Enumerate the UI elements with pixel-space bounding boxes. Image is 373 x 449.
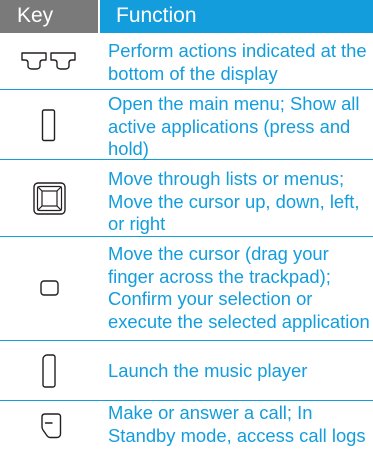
dial-key-icon [0, 401, 98, 449]
function-text: Open the main menu; Show all active appl… [108, 93, 360, 160]
table-row: Launch the music player [0, 341, 373, 401]
key-column-header: Key [0, 0, 98, 33]
function-text: Move the cursor (drag your finger across… [108, 243, 370, 332]
softkeys-icon [0, 34, 98, 89]
function-header-label: Function [116, 4, 197, 27]
function-column-header: Function [100, 0, 373, 33]
function-text: Launch the music player [108, 360, 308, 381]
function-text: Make or answer a call; In Standby mode, … [108, 402, 366, 446]
function-text: Perform actions indicated at the bottom … [108, 40, 367, 84]
table-row: Move the cursor (drag your finger across… [0, 237, 373, 341]
table-row: Perform actions indicated at the bottom … [0, 34, 373, 90]
music-key-icon [0, 341, 98, 400]
table-row: Make or answer a call; In Standby mode, … [0, 401, 373, 449]
navigation-key-icon [0, 160, 98, 236]
trackpad-icon [0, 237, 98, 340]
menu-key-icon [0, 90, 98, 159]
key-header-label: Key [17, 4, 54, 27]
function-text: Move through lists or menus; Move the cu… [108, 168, 360, 235]
table-header: Key Function [0, 0, 373, 33]
table-row: Open the main menu; Show all active appl… [0, 90, 373, 160]
table-row: Move through lists or menus; Move the cu… [0, 160, 373, 237]
